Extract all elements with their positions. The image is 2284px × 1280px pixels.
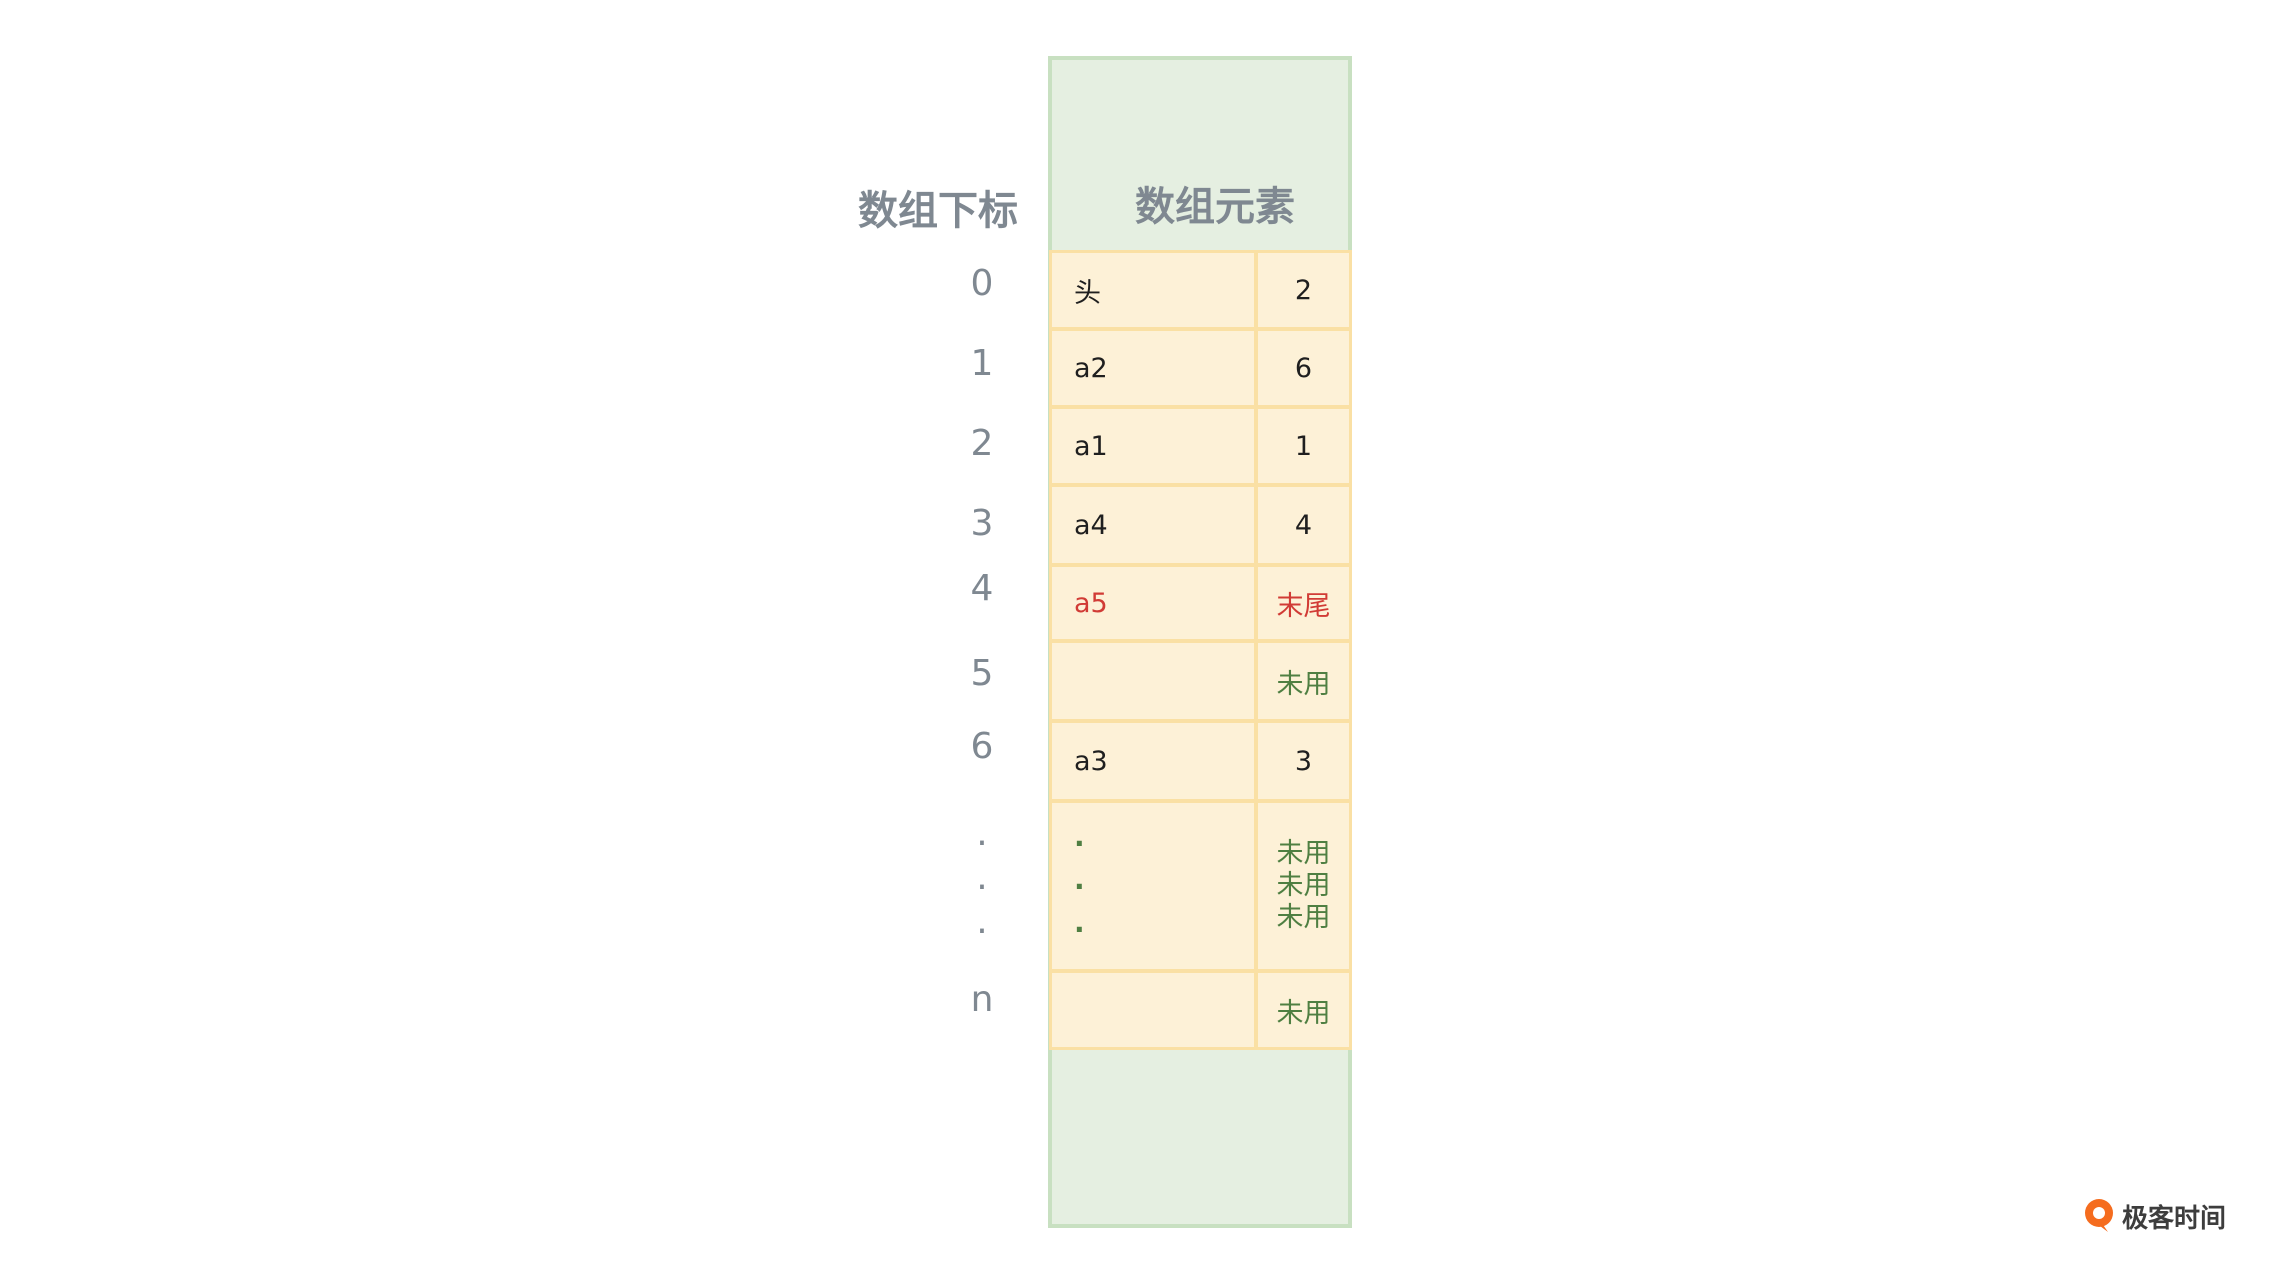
data-cell: [1049, 970, 1257, 1050]
element-column-header: 数组元素: [1135, 184, 1295, 230]
ellipsis-dots: · · ·: [1074, 822, 1085, 951]
data-cell: a2: [1049, 328, 1257, 408]
index-label: 2: [970, 423, 994, 464]
next-value: 未用: [1276, 668, 1331, 700]
next-value: 2: [1294, 274, 1313, 306]
index-column-header: 数组下标: [858, 188, 1018, 234]
ellipsis-dot: ·: [1074, 826, 1085, 860]
next-cell: 6: [1255, 328, 1352, 408]
index-label: 6: [970, 726, 994, 767]
data-value: 头: [1074, 277, 1101, 309]
geektime-logo-icon: [2082, 1197, 2116, 1235]
data-cell: a4: [1049, 484, 1257, 566]
index-label: 0: [970, 263, 994, 304]
index-label: 5: [970, 653, 994, 694]
next-cell: 4: [1255, 484, 1352, 566]
ellipsis-dot: ·: [1074, 912, 1085, 946]
unused-stack: 未用 未用 未用: [1277, 838, 1331, 934]
data-value: a2: [1074, 352, 1108, 384]
next-cell: 未用: [1255, 640, 1352, 722]
next-value: 未用: [1276, 870, 1331, 901]
index-label: n: [970, 979, 994, 1020]
next-value: 6: [1294, 352, 1313, 384]
index-ellipsis-dot: ·: [976, 867, 988, 908]
data-cell: a1: [1049, 406, 1257, 486]
next-value: 未用: [1276, 997, 1331, 1029]
data-value: a3: [1074, 745, 1108, 777]
next-value: 未用: [1276, 902, 1331, 933]
data-cell: a3: [1049, 720, 1257, 802]
data-cell: [1049, 640, 1257, 722]
next-cell: 未用 未用 未用: [1255, 800, 1352, 972]
index-ellipsis-dot: ·: [976, 823, 988, 864]
next-value: 未用: [1276, 838, 1331, 869]
brand-logo: 极客时间: [2082, 1196, 2226, 1236]
data-value: a1: [1074, 430, 1108, 462]
next-cell: 3: [1255, 720, 1352, 802]
index-label: 4: [970, 568, 994, 609]
next-value: 末尾: [1276, 590, 1331, 622]
ellipsis-dot: ·: [1074, 869, 1085, 903]
next-value: 4: [1294, 509, 1313, 541]
data-cell: a5: [1049, 564, 1257, 642]
index-label: 3: [970, 503, 994, 544]
data-cell: 头: [1049, 250, 1257, 330]
brand-name: 极客时间: [2122, 1203, 2227, 1234]
data-value: a4: [1074, 509, 1108, 541]
index-ellipsis-dot: ·: [976, 911, 988, 952]
next-value: 1: [1294, 430, 1313, 462]
next-cell: 未用: [1255, 970, 1352, 1050]
next-cell: 2: [1255, 250, 1352, 330]
data-value: a5: [1074, 587, 1108, 619]
next-cell: 末尾: [1255, 564, 1352, 642]
next-cell: 1: [1255, 406, 1352, 486]
next-value: 3: [1294, 745, 1313, 777]
index-label: 1: [970, 343, 994, 384]
data-cell: · · ·: [1049, 800, 1257, 972]
